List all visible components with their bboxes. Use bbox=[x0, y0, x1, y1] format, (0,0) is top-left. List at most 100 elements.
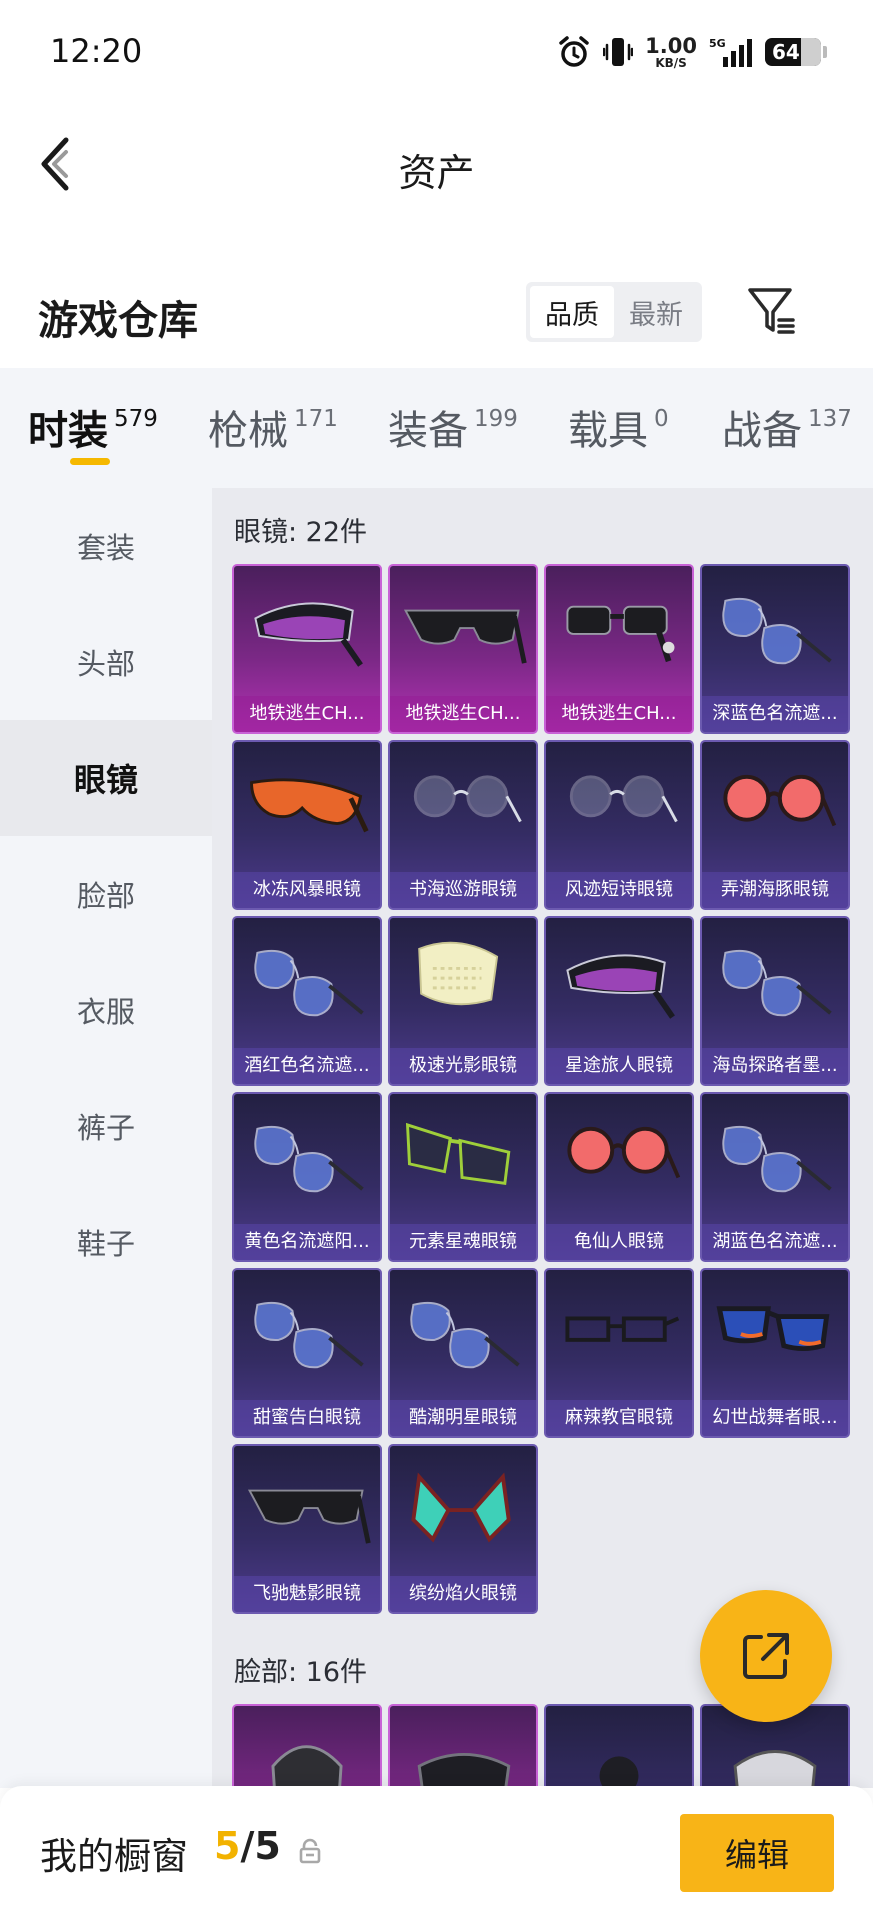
aviator-glasses-icon bbox=[254, 949, 364, 1017]
tab-vehicles[interactable]: 载具 0 bbox=[568, 398, 669, 458]
glasses-item-card[interactable]: 幻世战舞者眼... bbox=[700, 1268, 850, 1438]
glasses-item-card[interactable]: 地铁逃生CH... bbox=[232, 564, 382, 734]
item-name: 风迹短诗眼镜 bbox=[546, 872, 692, 908]
tab-fashion[interactable]: 时装 579 bbox=[28, 398, 158, 458]
round-glasses-icon bbox=[413, 775, 522, 823]
item-name: 星途旅人眼镜 bbox=[546, 1048, 692, 1084]
sidebar-item-pants[interactable]: 裤子 bbox=[0, 1068, 212, 1184]
network-type-label: 5G bbox=[709, 37, 726, 50]
aviator-glasses-icon bbox=[722, 597, 832, 665]
item-name: 弄潮海豚眼镜 bbox=[702, 872, 848, 908]
network-speed: 1.00 KB/S bbox=[645, 33, 697, 70]
sidebar-item-head[interactable]: 头部 bbox=[0, 604, 212, 720]
sidebar-item-glasses[interactable]: 眼镜 bbox=[0, 720, 212, 836]
edit-showcase-button[interactable]: 编辑 bbox=[680, 1814, 834, 1892]
visor-glasses-icon bbox=[254, 602, 363, 667]
glasses-item-card[interactable]: 缤纷焰火眼镜 bbox=[388, 1444, 538, 1614]
glasses-item-card[interactable]: 麻辣教官眼镜 bbox=[544, 1268, 694, 1438]
item-name: 湖蓝色名流遮... bbox=[702, 1224, 848, 1260]
angular-sunglasses-icon bbox=[405, 1122, 511, 1185]
sidebar-item-clothes[interactable]: 衣服 bbox=[0, 952, 212, 1068]
item-name: 幻世战舞者眼... bbox=[702, 1400, 848, 1436]
sort-quality-button[interactable]: 品质 bbox=[530, 286, 614, 338]
status-time: 12:20 bbox=[50, 32, 143, 70]
glasses-item-card[interactable]: 冰冻风暴眼镜 bbox=[232, 740, 382, 910]
item-name: 黄色名流遮阳... bbox=[234, 1224, 380, 1260]
glasses-item-card[interactable]: 深蓝色名流遮... bbox=[700, 564, 850, 734]
glasses-item-card[interactable]: 甜蜜告白眼镜 bbox=[232, 1268, 382, 1438]
glasses-item-card[interactable]: 地铁逃生CH... bbox=[544, 564, 694, 734]
mask-icon bbox=[599, 1756, 639, 1788]
item-name: 酒红色名流遮... bbox=[234, 1048, 380, 1084]
sidebar-item-shoes[interactable]: 鞋子 bbox=[0, 1184, 212, 1300]
status-bar: 12:20 1.00 KB/S 5G 64 bbox=[0, 0, 873, 104]
glasses-item-card[interactable]: 风迹短诗眼镜 bbox=[544, 740, 694, 910]
aviator-glasses-icon bbox=[722, 1125, 832, 1193]
shield-sunglasses-icon bbox=[247, 1489, 371, 1544]
section-title-glasses: 眼镜: 22件 bbox=[234, 517, 368, 548]
item-name: 飞驰魅影眼镜 bbox=[234, 1576, 380, 1612]
tech-glasses-icon bbox=[566, 605, 675, 663]
battery-icon: 64 bbox=[765, 38, 827, 66]
glasses-item-card[interactable]: 飞驰魅影眼镜 bbox=[232, 1444, 382, 1614]
vibrate-icon bbox=[603, 35, 634, 69]
item-name: 甜蜜告白眼镜 bbox=[234, 1400, 380, 1436]
item-name: 酷潮明星眼镜 bbox=[390, 1400, 536, 1436]
item-name: 麻辣教官眼镜 bbox=[546, 1400, 692, 1436]
share-fab-button[interactable] bbox=[700, 1590, 832, 1722]
item-name: 极速光影眼镜 bbox=[390, 1048, 536, 1084]
face-item-card[interactable] bbox=[232, 1704, 382, 1788]
item-name: 龟仙人眼镜 bbox=[546, 1224, 692, 1260]
item-name: 深蓝色名流遮... bbox=[702, 696, 848, 732]
share-icon bbox=[743, 1633, 789, 1679]
lock-icon bbox=[299, 1838, 321, 1864]
gas-mask-icon bbox=[271, 1745, 343, 1788]
battery-level: 64 bbox=[772, 40, 800, 64]
item-name: 书海巡游眼镜 bbox=[390, 872, 536, 908]
face-mask-icon bbox=[417, 1752, 511, 1788]
glasses-item-card[interactable]: 弄潮海豚眼镜 bbox=[700, 740, 850, 910]
item-name: 地铁逃生CH... bbox=[546, 696, 692, 732]
tab-combat-supplies[interactable]: 战备 137 bbox=[722, 398, 852, 458]
sort-newest-button[interactable]: 最新 bbox=[614, 286, 698, 338]
glasses-item-card[interactable]: 酷潮明星眼镜 bbox=[388, 1268, 538, 1438]
star-glasses-icon bbox=[411, 1472, 511, 1543]
glasses-item-card[interactable]: 湖蓝色名流遮... bbox=[700, 1092, 850, 1262]
app-page: 12:20 1.00 KB/S 5G 64 资产 游戏仓库 品质 最新 时装 5… bbox=[0, 0, 873, 1920]
item-name: 元素星魂眼镜 bbox=[390, 1224, 536, 1260]
face-item-card[interactable] bbox=[544, 1704, 694, 1788]
glasses-item-card[interactable]: 酒红色名流遮... bbox=[232, 916, 382, 1086]
tab-weapons[interactable]: 枪械 171 bbox=[208, 398, 338, 458]
round-sunglasses-icon bbox=[567, 1126, 681, 1179]
glasses-item-card[interactable]: 地铁逃生CH... bbox=[388, 564, 538, 734]
visor-glasses-icon bbox=[566, 954, 675, 1019]
item-name: 地铁逃生CH... bbox=[234, 696, 380, 732]
glasses-item-card[interactable]: 海岛探路者墨... bbox=[700, 916, 850, 1086]
glasses-item-card[interactable]: 星途旅人眼镜 bbox=[544, 916, 694, 1086]
item-name: 海岛探路者墨... bbox=[702, 1048, 848, 1084]
alarm-icon bbox=[557, 35, 591, 69]
app-header: 资产 bbox=[0, 104, 873, 224]
glasses-item-card[interactable]: 龟仙人眼镜 bbox=[544, 1092, 694, 1262]
sidebar-item-face[interactable]: 脸部 bbox=[0, 836, 212, 952]
showcase-label: 我的橱窗 bbox=[40, 1835, 188, 1878]
glasses-item-card[interactable]: 书海巡游眼镜 bbox=[388, 740, 538, 910]
sort-toggle: 品质 最新 bbox=[526, 282, 702, 342]
round-sunglasses-icon bbox=[723, 774, 837, 827]
sidebar-item-outfit[interactable]: 套装 bbox=[0, 488, 212, 604]
glasses-item-card[interactable]: 元素星魂眼镜 bbox=[388, 1092, 538, 1262]
wrap-sunglasses-icon bbox=[250, 778, 369, 833]
face-item-card[interactable] bbox=[388, 1704, 538, 1788]
item-name: 地铁逃生CH... bbox=[390, 696, 536, 732]
signal-5g-icon: 5G bbox=[709, 35, 753, 69]
aviator-glasses-icon bbox=[254, 1125, 364, 1193]
filter-button[interactable] bbox=[746, 284, 798, 340]
filter-icon bbox=[748, 288, 795, 334]
mesh-visor-icon bbox=[418, 941, 499, 1006]
page-title: 资产 bbox=[398, 151, 475, 195]
glasses-item-card[interactable]: 黄色名流遮阳... bbox=[232, 1092, 382, 1262]
sidebar: 套装 头部 眼镜 脸部 衣服 裤子 鞋子 bbox=[0, 488, 212, 1788]
glasses-item-card[interactable]: 极速光影眼镜 bbox=[388, 916, 538, 1086]
warehouse-header: 游戏仓库 品质 最新 bbox=[0, 270, 873, 360]
tab-gear[interactable]: 装备 199 bbox=[388, 398, 518, 458]
